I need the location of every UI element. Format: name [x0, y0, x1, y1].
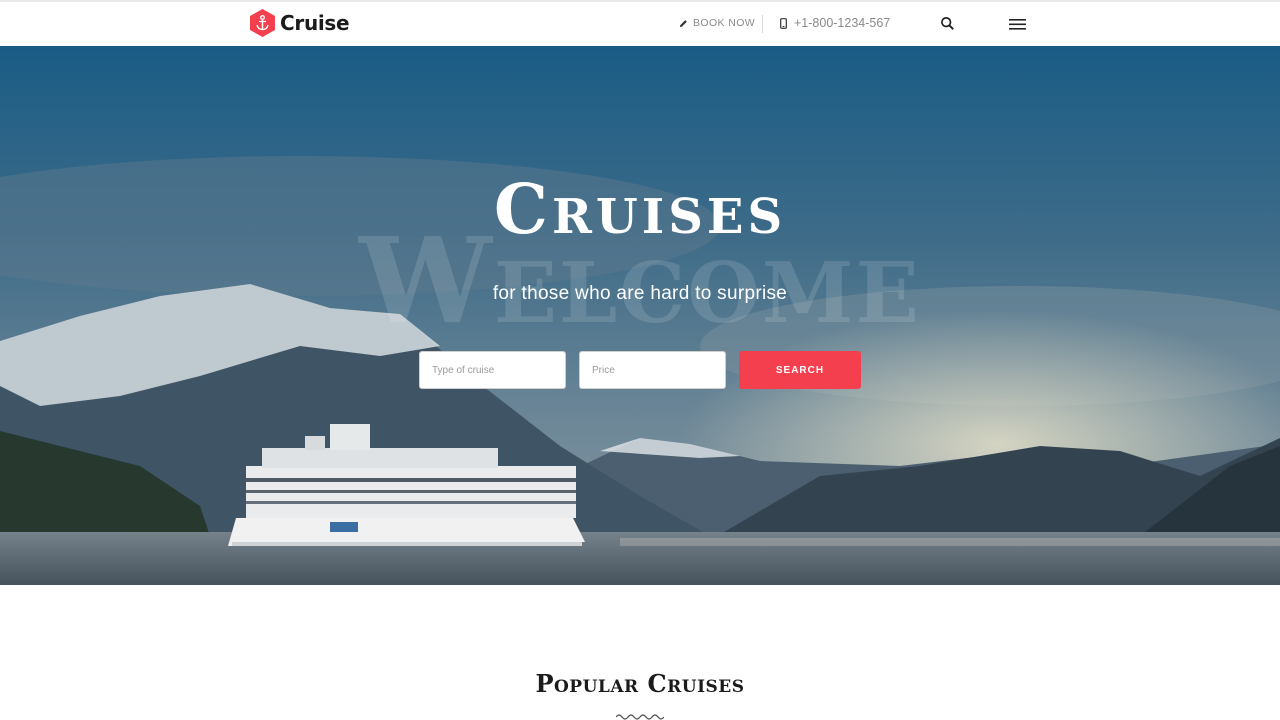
site-header: Cruise BOOK NOW +1-800-1234-567: [0, 0, 1280, 46]
hero-section: Welcome Cruises for those who are hard t…: [0, 46, 1280, 585]
hamburger-menu-icon[interactable]: [1009, 18, 1026, 31]
wave-divider-icon: [616, 714, 664, 720]
hero-subtitle: for those who are hard to surprise: [492, 283, 788, 304]
phone-link[interactable]: +1-800-1234-567: [780, 16, 890, 30]
mobile-phone-icon: [780, 17, 787, 29]
logo-text: Cruise: [280, 11, 350, 35]
search-icon[interactable]: [939, 15, 957, 33]
pencil-icon: [679, 19, 687, 27]
popular-cruises-heading: Popular Cruises: [535, 669, 745, 698]
phone-number: +1-800-1234-567: [794, 16, 891, 30]
search-button[interactable]: SEARCH: [739, 351, 861, 389]
header-divider: [762, 15, 763, 33]
hero-title: Cruises: [493, 170, 787, 250]
anchor-logo-icon: [250, 9, 275, 37]
cruise-type-input[interactable]: [419, 351, 566, 389]
logo[interactable]: Cruise: [250, 9, 350, 37]
book-now-link[interactable]: BOOK NOW: [679, 17, 755, 29]
price-input[interactable]: [579, 351, 726, 389]
book-now-label: BOOK NOW: [693, 17, 756, 29]
